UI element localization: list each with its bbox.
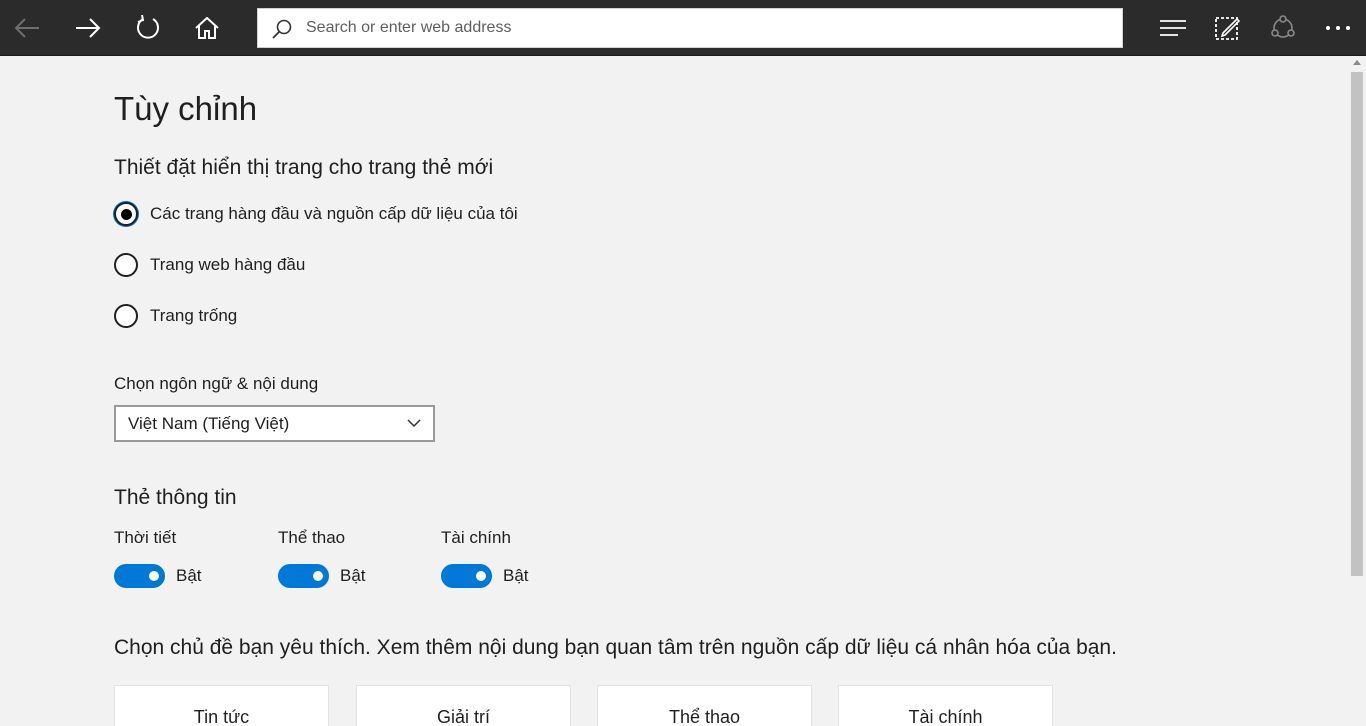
topic-label: Tài chính — [908, 707, 983, 726]
topic-card-entertainment[interactable]: Giải trí — [356, 685, 571, 726]
refresh-button[interactable] — [128, 8, 168, 48]
toggle-switch[interactable] — [114, 564, 165, 588]
sports-toggle[interactable]: Bật — [278, 564, 366, 588]
toggle-label-sports: Thể thao — [278, 528, 346, 547]
toggle-state: Bật — [176, 566, 202, 585]
more-icon — [1326, 26, 1350, 30]
finance-toggle[interactable]: Bật — [441, 564, 529, 588]
toggle-label-finance: Tài chính — [441, 528, 511, 547]
scroll-thumb[interactable] — [1351, 72, 1363, 576]
address-bar[interactable] — [257, 8, 1123, 48]
radio-label: Trang web hàng đầu — [150, 255, 306, 274]
display-settings-title: Thiết đặt hiển thị trang cho trang thẻ m… — [114, 156, 494, 179]
language-value: Việt Nam (Tiếng Việt) — [128, 414, 290, 433]
share-button[interactable] — [1263, 8, 1303, 48]
search-input[interactable] — [306, 9, 1106, 47]
hub-icon — [1160, 20, 1186, 36]
back-button[interactable] — [7, 8, 47, 48]
topics-description: Chọn chủ đề bạn yêu thích. Xem thêm nội … — [114, 636, 1117, 659]
radio-top-sites[interactable]: Trang web hàng đầu — [114, 252, 305, 278]
forward-button[interactable] — [68, 8, 108, 48]
finance-card-setting: Tài chính Bật — [441, 528, 529, 588]
weather-toggle[interactable]: Bật — [114, 564, 202, 588]
topic-card-finance[interactable]: Tài chính — [838, 685, 1053, 726]
topic-label: Thể thao — [668, 707, 741, 726]
topic-label: Giải trí — [436, 707, 490, 726]
page-title: Tùy chỉnh — [114, 90, 258, 127]
info-cards-title: Thẻ thông tin — [114, 486, 237, 509]
web-note-button[interactable] — [1208, 8, 1248, 48]
toggle-label-weather: Thời tiết — [114, 528, 177, 547]
toggle-switch[interactable] — [441, 564, 492, 588]
radio-button-selected[interactable] — [114, 202, 138, 226]
language-label: Chọn ngôn ngữ & nội dung — [114, 374, 319, 393]
topic-card-sports[interactable]: Thể thao — [597, 685, 812, 726]
radio-button[interactable] — [114, 253, 138, 277]
scroll-up-arrow-icon[interactable] — [1353, 60, 1361, 65]
page-scrollbar[interactable] — [1349, 56, 1366, 726]
toggle-switch[interactable] — [278, 564, 329, 588]
toggle-state: Bật — [503, 566, 529, 585]
browser-toolbar — [0, 0, 1366, 56]
topic-label: Tin tức — [193, 707, 250, 726]
hub-button[interactable] — [1153, 8, 1193, 48]
language-select[interactable]: Việt Nam (Tiếng Việt) — [114, 405, 435, 442]
radio-label: Các trang hàng đầu và nguồn cấp dữ liệu … — [150, 204, 518, 223]
web-note-icon — [1215, 17, 1241, 40]
chevron-down-icon — [407, 419, 421, 427]
radio-top-sites-and-feed[interactable]: Các trang hàng đầu và nguồn cấp dữ liệu … — [114, 201, 518, 227]
share-icon — [1271, 15, 1295, 38]
back-arrow-icon — [14, 18, 39, 38]
home-button[interactable] — [187, 8, 227, 48]
sports-card-setting: Thể thao Bật — [278, 528, 366, 588]
weather-card-setting: Thời tiết Bật — [114, 528, 202, 588]
radio-label: Trang trống — [150, 306, 238, 325]
home-icon — [195, 17, 219, 39]
forward-arrow-icon — [76, 18, 101, 38]
radio-button[interactable] — [114, 304, 138, 328]
more-button[interactable] — [1318, 8, 1358, 48]
refresh-icon — [137, 15, 159, 39]
topic-card-news[interactable]: Tin tức — [114, 685, 329, 726]
toggle-state: Bật — [340, 566, 366, 585]
radio-blank-page[interactable]: Trang trống — [114, 303, 237, 329]
search-icon — [272, 19, 292, 39]
